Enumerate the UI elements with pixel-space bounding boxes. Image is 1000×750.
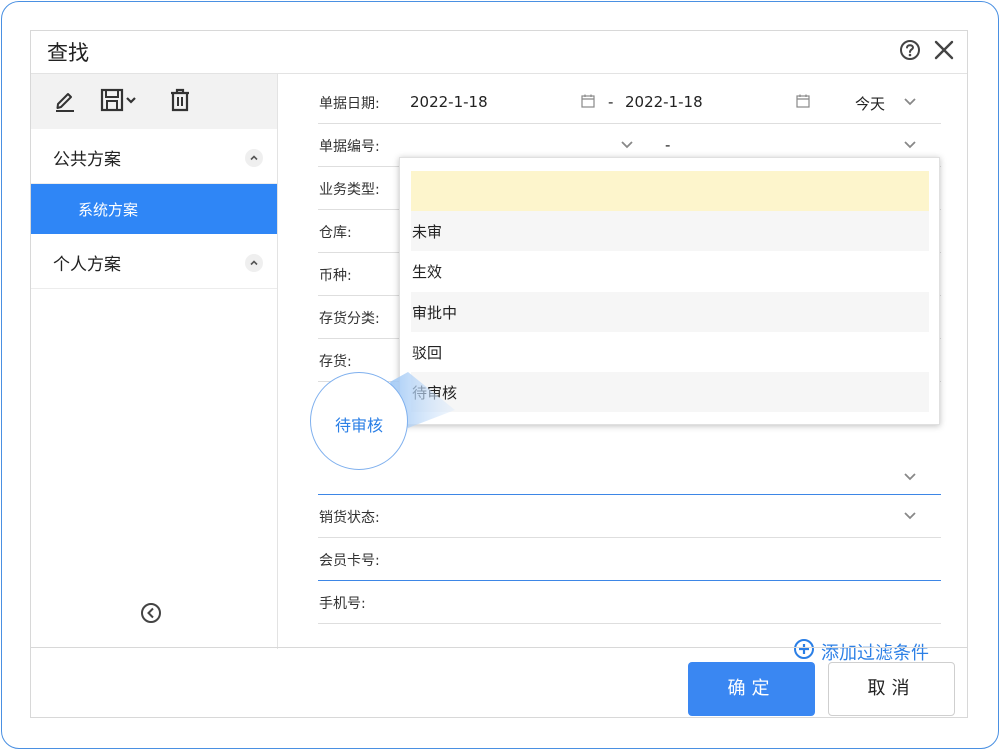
cancel-button[interactable]: 取消: [828, 662, 955, 716]
inventory-category-label: 存货分类:: [319, 311, 380, 327]
member-card-row[interactable]: 会员卡号:: [318, 538, 941, 581]
calendar-icon[interactable]: [796, 94, 810, 108]
member-card-label: 会员卡号:: [319, 553, 380, 569]
sales-status-label: 销货状态:: [319, 510, 380, 526]
warehouse-label: 仓库:: [319, 225, 352, 241]
dropdown-option[interactable]: 待审核: [411, 372, 929, 412]
phone-row[interactable]: 手机号:: [318, 581, 941, 624]
collapse-sidebar-icon[interactable]: [140, 602, 162, 624]
chevron-down-icon[interactable]: [902, 468, 918, 484]
chevron-down-icon[interactable]: [902, 507, 918, 523]
dialog-footer: 确定 取消: [31, 647, 967, 717]
date-quick-select[interactable]: 今天: [855, 93, 885, 114]
chevron-down-icon[interactable]: [902, 93, 918, 109]
help-icon[interactable]: [899, 39, 921, 61]
date-end-input[interactable]: 2022-1-18: [625, 93, 703, 111]
chevron-down-icon[interactable]: [902, 136, 918, 152]
personal-scheme-label: 个人方案: [53, 255, 121, 275]
delete-icon[interactable]: [168, 87, 192, 113]
status-dropdown-menu: 未审 生效 审批中 驳回 待审核: [399, 157, 940, 425]
inventory-label: 存货:: [319, 354, 352, 370]
currency-label: 币种:: [319, 268, 352, 284]
calendar-icon[interactable]: [581, 94, 595, 108]
save-icon[interactable]: [100, 87, 140, 113]
dropdown-option[interactable]: 审批中: [411, 292, 929, 332]
date-label: 单据日期:: [319, 96, 380, 112]
dialog-title: 查找: [47, 41, 89, 65]
docno-separator: -: [665, 136, 671, 154]
public-scheme-group[interactable]: 公共方案: [31, 129, 277, 184]
sales-status-row[interactable]: 销货状态:: [318, 495, 941, 538]
public-scheme-label: 公共方案: [53, 150, 121, 170]
zoom-callout: 待审核: [310, 372, 408, 470]
scheme-sidebar: 公共方案 系统方案 个人方案: [31, 74, 278, 649]
edit-icon[interactable]: [53, 87, 77, 113]
callout-text: 待审核: [334, 416, 383, 435]
date-start-input[interactable]: 2022-1-18: [410, 93, 488, 111]
date-row: 单据日期: 2022-1-18 - 2022-1-18 今天: [318, 81, 941, 124]
chevron-down-icon[interactable]: [619, 136, 635, 152]
title-bar: 查找: [31, 31, 967, 74]
personal-scheme-group[interactable]: 个人方案: [31, 234, 277, 289]
audit-status-row[interactable]: [318, 452, 941, 495]
chevron-up-icon[interactable]: [245, 254, 263, 272]
date-range-separator: -: [608, 93, 614, 111]
close-icon[interactable]: [933, 39, 955, 61]
dropdown-option[interactable]: 未审: [411, 211, 929, 251]
dropdown-option[interactable]: 生效: [411, 251, 929, 291]
scheme-toolbar: [31, 74, 277, 129]
biz-type-label: 业务类型:: [319, 182, 380, 198]
sidebar-item-system-scheme[interactable]: 系统方案: [31, 184, 277, 234]
chevron-up-icon[interactable]: [245, 149, 263, 167]
dropdown-option[interactable]: 驳回: [411, 332, 929, 372]
ok-button[interactable]: 确定: [688, 662, 815, 716]
system-scheme-label: 系统方案: [78, 201, 139, 219]
docno-label: 单据编号:: [319, 139, 380, 155]
dropdown-option-empty[interactable]: [411, 171, 929, 211]
phone-label: 手机号:: [319, 596, 366, 612]
